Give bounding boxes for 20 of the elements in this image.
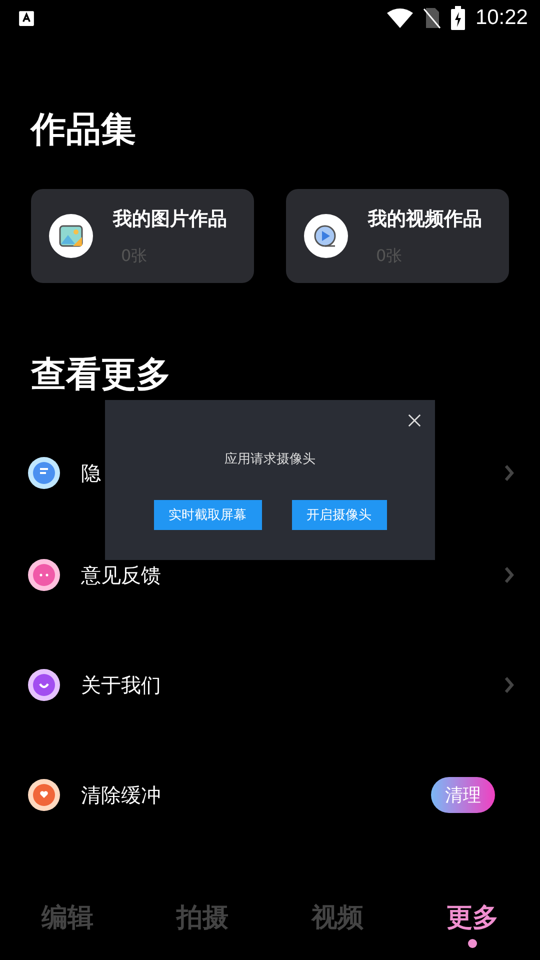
card-title: 我的视频作品 — [368, 206, 482, 232]
menu-item[interactable]: 关于我们 — [81, 672, 503, 698]
keyboard-icon — [18, 10, 35, 26]
chevron-right-icon — [503, 675, 515, 695]
image-icon — [49, 214, 93, 258]
close-icon[interactable] — [407, 413, 422, 428]
tab[interactable]: 更多 — [405, 880, 540, 960]
section-title: 查看更多 — [30, 354, 172, 397]
dialog-message: 应用请求摄像头 — [224, 451, 316, 468]
chevron-right-icon — [503, 463, 515, 483]
clock-time: 10:22 — [475, 6, 528, 30]
menu-item[interactable]: 清除缓冲 — [81, 782, 431, 808]
no-sim-icon — [423, 7, 442, 29]
chevron-right-icon — [503, 565, 515, 585]
play-icon — [304, 214, 348, 258]
battery-charging-icon — [451, 6, 466, 30]
card-title: 我的图片作品 — [113, 206, 227, 232]
wifi-icon — [387, 8, 414, 28]
section-title: 作品集 — [29, 109, 137, 152]
menu-item[interactable]: 意见反馈 — [81, 562, 503, 588]
